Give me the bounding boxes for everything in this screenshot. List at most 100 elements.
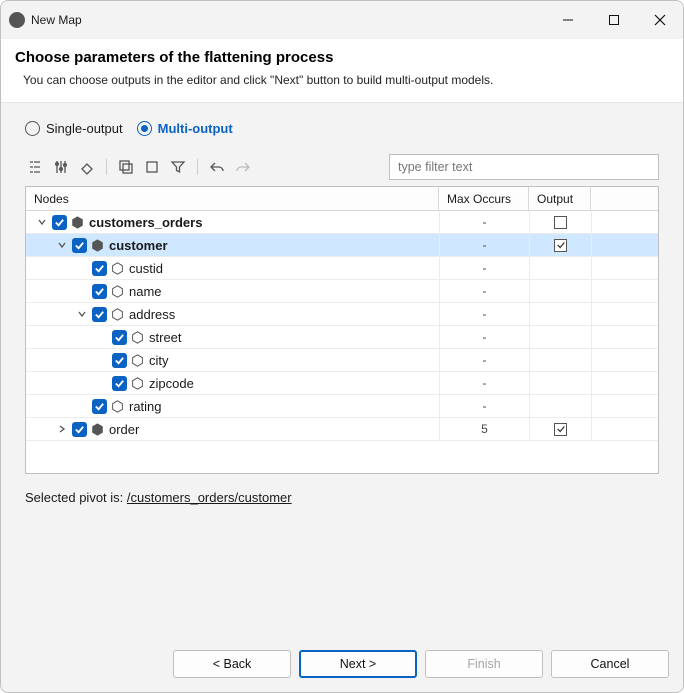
- output-checkbox[interactable]: [554, 423, 567, 436]
- simple-type-icon: [130, 353, 144, 367]
- cancel-button[interactable]: Cancel: [551, 650, 669, 678]
- tree-row[interactable]: customer -: [26, 234, 658, 257]
- cell-output: [529, 418, 591, 440]
- maximize-button[interactable]: [591, 1, 637, 39]
- output-mode-group: Single-output Multi-output: [25, 121, 659, 136]
- simple-type-icon: [110, 399, 124, 413]
- complex-type-icon: [90, 238, 104, 252]
- expand-all-icon[interactable]: [116, 157, 136, 177]
- include-checkbox[interactable]: [92, 284, 107, 299]
- node-label: customer: [109, 238, 168, 253]
- undo-icon[interactable]: [207, 157, 227, 177]
- radio-label: Multi-output: [158, 121, 233, 136]
- filter-icon[interactable]: [168, 157, 188, 177]
- include-checkbox[interactable]: [72, 238, 87, 253]
- node-label: city: [149, 353, 169, 368]
- filter-placeholder: type filter text: [398, 160, 472, 174]
- cell-nodes: order: [26, 418, 439, 440]
- cell-output: [529, 395, 591, 417]
- wizard-footer: < Back Next > Finish Cancel: [1, 636, 683, 692]
- include-checkbox[interactable]: [92, 307, 107, 322]
- radio-icon: [137, 121, 152, 136]
- indent-spacer: [32, 406, 72, 407]
- nodes-tree-table: Nodes Max Occurs Output customers_orders…: [25, 186, 659, 474]
- cell-tail: [591, 349, 658, 371]
- selected-pivot-line: Selected pivot is: /customers_orders/cus…: [25, 490, 659, 505]
- cell-max-occurs: -: [439, 234, 529, 256]
- cell-tail: [591, 418, 658, 440]
- filter-input[interactable]: type filter text: [389, 154, 659, 180]
- include-checkbox[interactable]: [92, 399, 107, 414]
- include-checkbox[interactable]: [112, 376, 127, 391]
- tree-row[interactable]: city -: [26, 349, 658, 372]
- pivot-prefix: Selected pivot is:: [25, 490, 127, 505]
- cell-max-occurs: -: [439, 395, 529, 417]
- tree-row[interactable]: custid-: [26, 257, 658, 280]
- redo-icon[interactable]: [233, 157, 253, 177]
- complex-type-icon: [90, 422, 104, 436]
- window-controls: [545, 1, 683, 39]
- tree-row[interactable]: rating -: [26, 395, 658, 418]
- cell-output: [529, 257, 591, 279]
- cell-nodes: customers_orders: [26, 211, 439, 233]
- close-button[interactable]: [637, 1, 683, 39]
- include-checkbox[interactable]: [92, 261, 107, 276]
- include-checkbox[interactable]: [72, 422, 87, 437]
- collapse-all-icon[interactable]: [142, 157, 162, 177]
- radio-single-output[interactable]: Single-output: [25, 121, 123, 136]
- cell-nodes: rating: [26, 395, 439, 417]
- output-checkbox[interactable]: [554, 239, 567, 252]
- radio-multi-output[interactable]: Multi-output: [137, 121, 233, 136]
- indent-spacer: [32, 383, 92, 384]
- tree-row[interactable]: zipcode-: [26, 372, 658, 395]
- chevron-down-icon[interactable]: [75, 309, 89, 319]
- simple-type-icon: [110, 261, 124, 275]
- next-button[interactable]: Next >: [299, 650, 417, 678]
- column-header-max-occurs[interactable]: Max Occurs: [439, 187, 529, 210]
- node-label: rating: [129, 399, 162, 414]
- sliders-icon[interactable]: [51, 157, 71, 177]
- tree-row[interactable]: name-: [26, 280, 658, 303]
- chevron-down-icon[interactable]: [55, 240, 69, 250]
- cell-output: [529, 349, 591, 371]
- cell-max-occurs: -: [439, 303, 529, 325]
- simple-type-icon: [110, 284, 124, 298]
- tree-row[interactable]: street -: [26, 326, 658, 349]
- finish-button[interactable]: Finish: [425, 650, 543, 678]
- indent-spacer: [32, 337, 92, 338]
- cell-max-occurs: -: [439, 349, 529, 371]
- tree-tool-icon[interactable]: [25, 157, 45, 177]
- include-checkbox[interactable]: [112, 353, 127, 368]
- column-header-output[interactable]: Output: [529, 187, 591, 210]
- page-description: You can choose outputs in the editor and…: [23, 72, 543, 88]
- node-label: zipcode: [149, 376, 194, 391]
- cell-max-occurs: -: [439, 326, 529, 348]
- column-header-nodes[interactable]: Nodes: [26, 187, 439, 210]
- cell-tail: [591, 234, 658, 256]
- node-label: street: [149, 330, 182, 345]
- cell-output: [529, 326, 591, 348]
- indent-spacer: [32, 291, 72, 292]
- eraser-icon[interactable]: [77, 157, 97, 177]
- cell-output: [529, 211, 591, 233]
- output-checkbox[interactable]: [554, 216, 567, 229]
- window-title: New Map: [31, 13, 82, 27]
- include-checkbox[interactable]: [112, 330, 127, 345]
- include-checkbox[interactable]: [52, 215, 67, 230]
- tree-row[interactable]: address -: [26, 303, 658, 326]
- chevron-right-icon[interactable]: [55, 424, 69, 434]
- back-button[interactable]: < Back: [173, 650, 291, 678]
- tree-row[interactable]: customers_orders-: [26, 211, 658, 234]
- node-label: address: [129, 307, 175, 322]
- cell-nodes: street: [26, 326, 439, 348]
- indent-spacer: [32, 314, 72, 315]
- cell-nodes: address: [26, 303, 439, 325]
- node-label: name: [129, 284, 162, 299]
- cell-nodes: city: [26, 349, 439, 371]
- minimize-button[interactable]: [545, 1, 591, 39]
- cell-nodes: customer: [26, 234, 439, 256]
- tree-row[interactable]: order5: [26, 418, 658, 441]
- chevron-down-icon[interactable]: [35, 217, 49, 227]
- toolbar-separator: [197, 159, 198, 175]
- column-header-tail: [591, 187, 658, 210]
